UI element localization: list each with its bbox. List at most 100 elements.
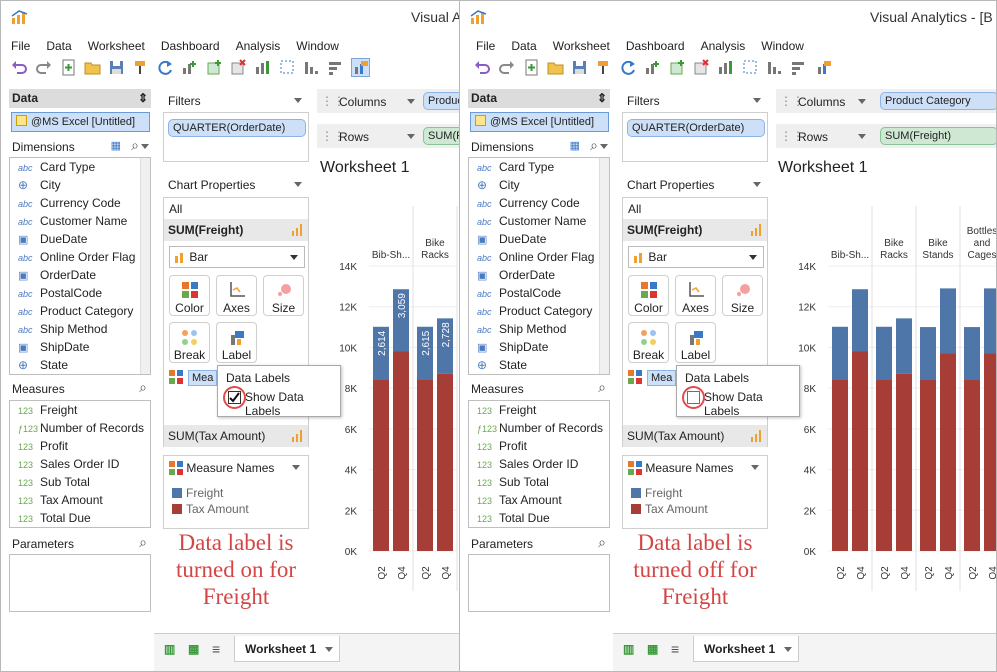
- clear-sheet-icon[interactable]: [230, 59, 247, 76]
- dimension-item[interactable]: abc Product Category: [10, 302, 150, 320]
- new-sheet-icon[interactable]: [60, 59, 77, 76]
- break-button[interactable]: Break: [628, 322, 669, 363]
- search-icon[interactable]: ⌕: [590, 137, 598, 154]
- mark-type-select[interactable]: Bar: [169, 246, 305, 268]
- measure-item[interactable]: 123 Tax Amount: [469, 491, 609, 509]
- mark-type-select[interactable]: Bar: [628, 246, 764, 268]
- dimension-item[interactable]: abc Ship Method: [469, 320, 609, 338]
- freight-tab[interactable]: SUM(Freight): [164, 219, 308, 241]
- menu-worksheet[interactable]: Worksheet: [88, 39, 145, 53]
- undo-icon[interactable]: [11, 59, 28, 76]
- menu-dashboard[interactable]: Dashboard: [626, 39, 685, 53]
- measure-chip[interactable]: Mea: [169, 370, 219, 390]
- show-labels-icon[interactable]: [815, 59, 832, 76]
- new-sheet-icon[interactable]: [523, 59, 540, 76]
- menu-analysis[interactable]: Analysis: [701, 39, 746, 53]
- sort-desc-icon[interactable]: [790, 59, 807, 76]
- clear-sheet-icon[interactable]: [693, 59, 710, 76]
- new-worksheet-icon[interactable]: ▥: [623, 642, 634, 656]
- chevron-down-icon[interactable]: [600, 144, 608, 149]
- freight-tab[interactable]: SUM(Freight): [623, 219, 767, 241]
- rows-pill[interactable]: SUM(Freight): [880, 127, 996, 145]
- new-dashboard-icon[interactable]: ▦: [188, 642, 199, 656]
- chevron-down-icon[interactable]: [753, 182, 761, 187]
- dimension-item[interactable]: ▣ DueDate: [10, 230, 150, 248]
- dimension-item[interactable]: ⊕ State: [10, 356, 150, 374]
- dimension-item[interactable]: abc PostalCode: [469, 284, 609, 302]
- dimension-item[interactable]: abc Ship Method: [10, 320, 150, 338]
- dimension-item[interactable]: abc Card Type: [10, 158, 150, 176]
- redo-icon[interactable]: [498, 59, 515, 76]
- chevron-down-icon[interactable]: [294, 98, 302, 103]
- show-labels-icon[interactable]: [350, 58, 370, 77]
- measure-item[interactable]: 123 Tax Amount: [10, 491, 150, 509]
- swap-icon[interactable]: [254, 59, 271, 76]
- measure-item[interactable]: 123 Freight: [10, 401, 150, 419]
- columns-pill[interactable]: Product Category: [423, 92, 459, 110]
- dimension-item[interactable]: abc PostalCode: [10, 284, 150, 302]
- label-button[interactable]: Label: [216, 322, 257, 363]
- dimension-item[interactable]: abc Currency Code: [469, 194, 609, 212]
- rows-pill[interactable]: SUM(Freight): [423, 127, 459, 145]
- new-worksheet-icon[interactable]: ▥: [164, 642, 175, 656]
- menu-file[interactable]: File: [476, 39, 495, 53]
- table-view-icon[interactable]: ▦: [570, 139, 580, 152]
- chevron-down-icon[interactable]: [751, 465, 759, 470]
- new-dashboard-icon[interactable]: ▦: [647, 642, 658, 656]
- dimension-item[interactable]: ▣ ShipDate: [10, 338, 150, 356]
- datasource-item[interactable]: @MS Excel [Untitled]: [11, 112, 150, 132]
- datasource-item[interactable]: @MS Excel [Untitled]: [470, 112, 609, 132]
- menu-window[interactable]: Window: [296, 39, 339, 53]
- scrollbar[interactable]: [599, 158, 609, 374]
- measure-item[interactable]: 123 Sales Order ID: [10, 455, 150, 473]
- undo-icon[interactable]: [474, 59, 491, 76]
- measure-item[interactable]: 123 Profit: [10, 437, 150, 455]
- filter-pill[interactable]: QUARTER(OrderDate): [627, 119, 765, 137]
- measure-item[interactable]: 123 Freight: [469, 401, 609, 419]
- filter-pill[interactable]: QUARTER(OrderDate): [168, 119, 306, 137]
- label-button[interactable]: Label: [675, 322, 716, 363]
- dimension-item[interactable]: ▣ ShipDate: [469, 338, 609, 356]
- sort-asc-icon[interactable]: [303, 59, 320, 76]
- chevron-down-icon[interactable]: [753, 98, 761, 103]
- refresh-icon[interactable]: [157, 59, 174, 76]
- menu-data[interactable]: Data: [511, 39, 536, 53]
- tax-amount-tab[interactable]: SUM(Tax Amount): [623, 425, 767, 447]
- dimension-item[interactable]: abc Currency Code: [10, 194, 150, 212]
- measure-item[interactable]: ƒ123 Number of Records: [10, 419, 150, 437]
- open-folder-icon[interactable]: [547, 59, 564, 76]
- measure-chip[interactable]: Mea: [628, 370, 678, 390]
- grid-add-icon[interactable]: [669, 59, 686, 76]
- dimension-item[interactable]: abc Customer Name: [469, 212, 609, 230]
- format-painter-icon[interactable]: [596, 59, 613, 76]
- refresh-icon[interactable]: [620, 59, 637, 76]
- measure-item[interactable]: 123 Sub Total: [469, 473, 609, 491]
- axes-button[interactable]: Axes: [216, 275, 257, 316]
- color-button[interactable]: Color: [628, 275, 669, 316]
- select-icon[interactable]: [742, 59, 759, 76]
- format-painter-icon[interactable]: [133, 59, 150, 76]
- chevron-down-icon[interactable]: [141, 144, 149, 149]
- save-icon[interactable]: [571, 59, 588, 76]
- search-icon[interactable]: ⌕: [139, 534, 147, 551]
- chevron-down-icon[interactable]: [858, 99, 866, 104]
- chevron-down-icon[interactable]: [294, 182, 302, 187]
- list-icon[interactable]: ≡: [671, 641, 679, 657]
- dimension-item[interactable]: ⊕ State: [469, 356, 609, 374]
- dimension-item[interactable]: ▣ OrderDate: [469, 266, 609, 284]
- save-icon[interactable]: [108, 59, 125, 76]
- search-icon[interactable]: ⌕: [139, 379, 147, 396]
- sort-desc-icon[interactable]: [327, 59, 344, 76]
- chevron-down-icon[interactable]: [858, 134, 866, 139]
- dimension-item[interactable]: ⊕ City: [10, 176, 150, 194]
- worksheet-tab[interactable]: Worksheet 1: [693, 636, 799, 662]
- measure-item[interactable]: 123 Sales Order ID: [469, 455, 609, 473]
- measure-item[interactable]: 123 Total Due: [10, 509, 150, 527]
- dimension-item[interactable]: abc Product Category: [469, 302, 609, 320]
- axes-button[interactable]: Axes: [675, 275, 716, 316]
- measure-item[interactable]: 123 Profit: [469, 437, 609, 455]
- menu-window[interactable]: Window: [761, 39, 804, 53]
- menu-dashboard[interactable]: Dashboard: [161, 39, 220, 53]
- list-icon[interactable]: ≡: [212, 641, 220, 657]
- size-button[interactable]: Size: [263, 275, 304, 316]
